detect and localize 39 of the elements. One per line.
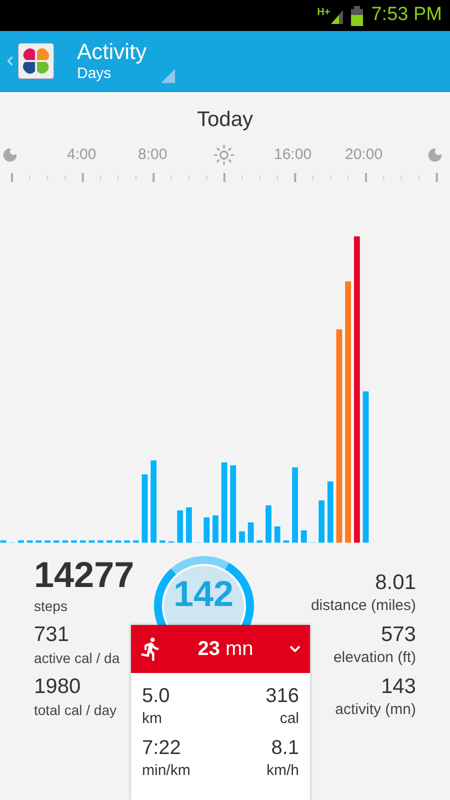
stat-value: 1980 [34,674,81,700]
stat-label: elevation (ft) [333,648,416,668]
stat-label: active cal / da [34,649,120,668]
time-label: 20:00 [345,144,383,165]
time-label: 16:00 [274,144,312,165]
stat-label: total cal / day [34,701,116,720]
stat-value: 143 [380,674,416,700]
moon-icon [2,147,18,163]
battery-icon [351,6,364,26]
metric-value: 5.0 [142,684,170,709]
session-duration: 23 mn [198,637,254,662]
metric-value: 8.1 [271,736,299,761]
view-selector[interactable]: Days [77,65,112,83]
metric-unit: km [142,709,162,729]
stat-value: 14277 [34,554,134,596]
stat-label: steps [34,597,68,616]
time-label: 4:00 [67,144,96,165]
stat-label: distance (miles) [310,596,416,616]
clock: 7:53 PM [371,3,442,28]
time-label: 8:00 [138,144,168,165]
goal-ring-value: 142 [173,576,234,612]
dropdown-corner-icon[interactable] [161,69,175,83]
sun-icon [213,144,235,166]
stat-label: activity (mn) [335,700,416,720]
stat-value: 573 [380,622,416,648]
network-type: H+ [317,8,330,18]
moon-icon [427,147,443,163]
metric-unit: km/h [266,761,299,781]
stat-value: 8.01 [375,570,416,596]
app-logo-icon[interactable] [18,43,54,79]
metric-value: 7:22 [142,736,181,761]
signal-icon [331,8,344,24]
metric-unit: min/km [142,761,190,781]
session-header[interactable]: 23 mn [131,625,310,673]
metric-unit: cal [280,709,299,729]
metric-value: 316 [266,684,299,709]
stat-value: 731 [34,622,70,648]
app-title: Activity [77,39,148,65]
date-title: Today [196,107,254,133]
